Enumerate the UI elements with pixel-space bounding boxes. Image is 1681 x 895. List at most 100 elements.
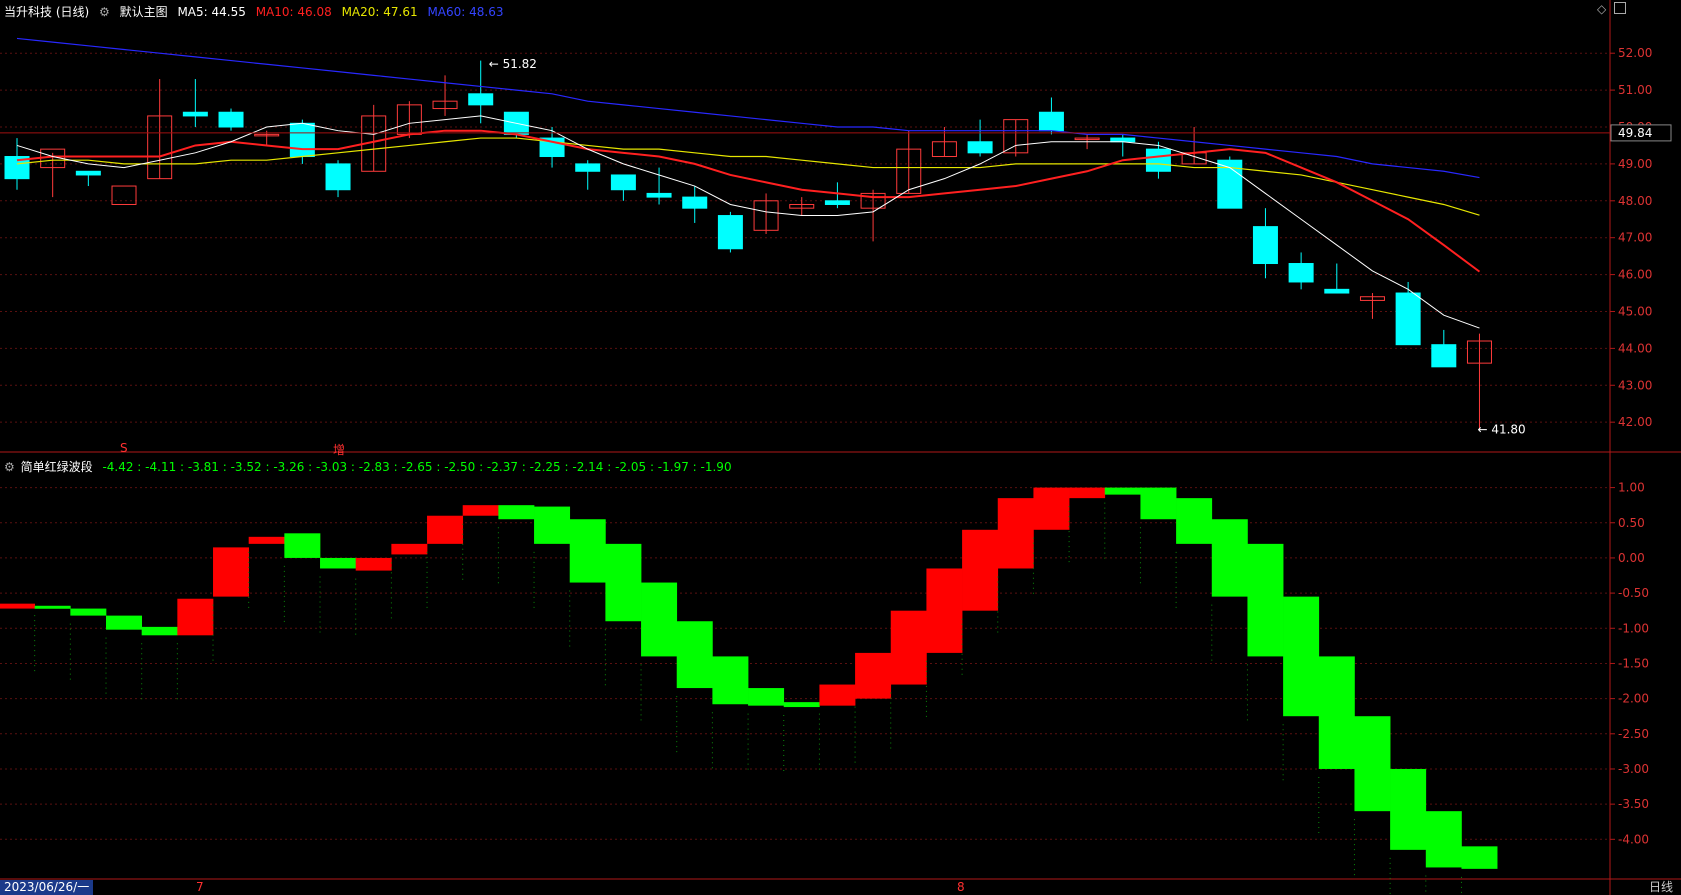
wave-bar (1390, 768, 1427, 850)
candle-body (967, 141, 993, 154)
wave-bar (676, 621, 713, 689)
zeng-marker: 增 (333, 443, 346, 457)
candle-body (1038, 111, 1064, 132)
wave-bar (855, 652, 892, 699)
wave-indicator-name[interactable]: 简单红绿波段 (21, 460, 93, 474)
y-tick-label: 51.00 (1618, 83, 1652, 97)
sub-chart-header: ⚙ 简单红绿波段 -4.42 : -4.11 : -3.81 : -3.52 :… (4, 458, 738, 475)
candle-body (610, 174, 636, 191)
wave-bar (284, 533, 321, 558)
wave-bar (1033, 487, 1070, 530)
wave-bar (106, 615, 143, 630)
main-chart-header: 当升科技 (日线) ⚙ 默认主图 MA5: 44.55 MA10: 46.08 … (4, 3, 510, 20)
candle-body (1145, 148, 1171, 172)
ma20-line (16, 137, 1480, 216)
y-tick-label: 48.00 (1618, 194, 1652, 208)
wave-bar (177, 598, 214, 636)
stock-title[interactable]: 当升科技 (日线) (4, 5, 89, 19)
wave-bar (783, 702, 820, 708)
wave-bar (1069, 487, 1106, 499)
ma20-readout: MA20: 47.61 (341, 5, 418, 19)
y-tick-label: -4.00 (1618, 832, 1649, 846)
wave-bar (213, 547, 250, 597)
ma5-readout: MA5: 44.55 (177, 5, 246, 19)
candle-body (682, 196, 708, 209)
y-tick-label: -3.00 (1618, 762, 1649, 776)
ma60-readout: MA60: 48.63 (427, 5, 504, 19)
candle-body (1431, 344, 1457, 368)
wave-bar (534, 506, 571, 544)
y-tick-label: -2.50 (1618, 727, 1649, 741)
wave-bar (605, 543, 642, 622)
candle-body (1252, 226, 1278, 265)
gear-icon[interactable]: ⚙ (4, 460, 15, 474)
y-tick-label: 46.00 (1618, 268, 1652, 282)
wave-bar (1461, 846, 1498, 869)
y-tick-label: 47.00 (1618, 231, 1652, 245)
candle-body (1110, 137, 1136, 143)
indicator-name[interactable]: 默认主图 (120, 5, 168, 19)
wave-bar (1354, 716, 1391, 812)
y-tick-label: -0.50 (1618, 586, 1649, 600)
y-tick-label: 42.00 (1618, 415, 1652, 429)
high-price-label: ← 51.82 (489, 57, 537, 71)
wave-bar (427, 515, 464, 544)
period-label[interactable]: 日线 (1649, 880, 1673, 895)
y-tick-label: 44.00 (1618, 341, 1652, 355)
y-tick-label: 0.00 (1618, 551, 1645, 565)
wave-bar (141, 626, 178, 636)
candle-body (575, 163, 601, 172)
candle-body (111, 185, 137, 205)
wave-bar (1283, 596, 1320, 717)
gear-icon[interactable]: ⚙ (99, 5, 110, 19)
diamond-icon[interactable]: ◇ (1597, 2, 1606, 16)
wave-bar (1176, 498, 1213, 544)
month-8-label: 8 (957, 880, 965, 894)
wave-bar (641, 582, 678, 657)
wave-bar (391, 543, 428, 555)
candle-body (824, 200, 850, 205)
candle-body (646, 192, 672, 198)
wave-bar (890, 610, 927, 685)
square-icon[interactable] (1614, 2, 1626, 14)
wave-bar (1211, 519, 1248, 597)
y-tick-label: -1.00 (1618, 621, 1649, 635)
wave-bar (1247, 543, 1284, 657)
date-cursor-label: 2023/06/26/一 (0, 880, 94, 895)
wave-bar (962, 529, 999, 611)
wave-bar (1140, 487, 1177, 520)
wave-bar (712, 656, 749, 705)
y-tick-label: 43.00 (1618, 378, 1652, 392)
wave-bar (997, 498, 1034, 569)
current-price-label: 49.84 (1618, 126, 1652, 140)
s-marker: S (120, 441, 128, 455)
candle-body (75, 170, 101, 176)
chart-canvas[interactable]: 52.0051.0050.0049.0048.0047.0046.0045.00… (0, 0, 1681, 895)
wave-bar (569, 519, 606, 583)
wave-values: -4.42 : -4.11 : -3.81 : -3.52 : -3.26 : … (102, 460, 732, 474)
wave-bar (248, 536, 285, 544)
candle-body (1288, 263, 1314, 283)
y-tick-label: 0.50 (1618, 516, 1645, 530)
wave-bar (926, 568, 963, 653)
candle-body (468, 93, 494, 106)
y-tick-label: 52.00 (1618, 46, 1652, 60)
candle-body (1324, 288, 1350, 294)
wave-bar (355, 557, 392, 571)
low-price-label: ← 41.80 (1477, 423, 1525, 437)
candle-body (717, 215, 743, 250)
month-7-label: 7 (196, 880, 204, 894)
y-tick-label: 49.00 (1618, 157, 1652, 171)
wave-bar (1318, 656, 1355, 769)
y-tick-label: 45.00 (1618, 304, 1652, 318)
wave-bar (748, 688, 785, 706)
ma5-line (16, 115, 1480, 329)
wave-bar (1104, 487, 1141, 495)
candle-body (1395, 292, 1421, 346)
wave-bar (320, 557, 357, 569)
y-tick-label: -3.50 (1618, 797, 1649, 811)
wave-bar (70, 608, 107, 616)
ma10-readout: MA10: 46.08 (255, 5, 332, 19)
y-tick-label: 1.00 (1618, 481, 1645, 495)
candle-body (325, 163, 351, 191)
